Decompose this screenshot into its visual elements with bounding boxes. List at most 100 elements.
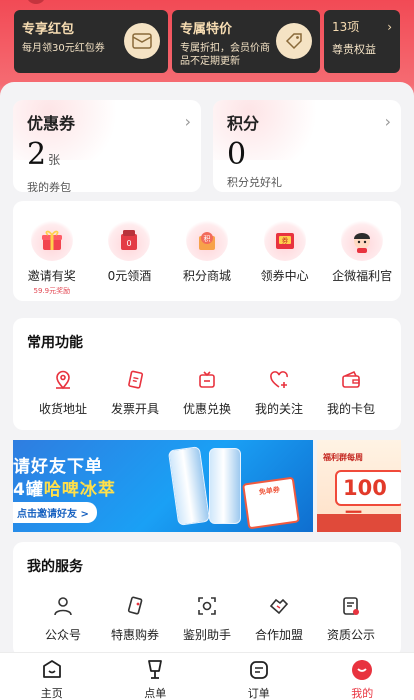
points-gift-icon: 积 [185,219,228,261]
quick-label: 领券中心 [260,269,309,283]
banner-headline: 请好友下单 [13,457,103,477]
side-banner-amount: 100元 [335,470,401,532]
quick-welfare-officer[interactable]: 企微福利官 [326,219,398,301]
quick-free-wine[interactable]: 0 0元领酒 [93,219,165,301]
svg-text:券: 券 [281,236,288,245]
reward-note: 59.9元奖励 [33,287,71,295]
member-benefits-bar: 专享红包 每月领30元红包券 专属特价 专属折扣，会员价商品不定期更新 13项 … [14,10,400,73]
order-icon [247,658,271,682]
service-coupon-purchase[interactable]: 特惠购券 [103,594,167,643]
coupon-count: 2 [27,137,47,172]
side-banner-title: 福利群每周 [323,453,363,462]
common-functions-card: 常用功能 收货地址 发票开具 优惠兑换 我的关注 我的卡包 [13,318,401,430]
tab-profile[interactable]: 我的 [311,653,414,700]
quick-points-mall[interactable]: 积 积分商城 [171,219,243,301]
service-partnership[interactable]: 合作加盟 [247,594,311,643]
section-title: 我的服务 [27,559,83,575]
red-envelope-icon [124,23,160,59]
my-services-card: 我的服务 公众号 特惠购券 鉴别助手 合作加盟 资质公示 [13,542,401,657]
profile-face-icon [350,658,374,682]
func-exchange[interactable]: 优惠兑换 [175,368,239,417]
tab-label: 主页 [40,687,63,700]
benefit-red-envelope[interactable]: 专享红包 每月领30元红包券 [14,10,168,73]
quick-label: 0元领酒 [107,269,152,283]
func-label: 我的卡包 [326,402,375,416]
location-icon [51,368,75,392]
banner-prefix: 4罐 [13,480,44,500]
func-wallet[interactable]: 我的卡包 [319,368,383,417]
home-face-icon [40,658,64,682]
tab-label: 点单 [144,687,167,700]
benefit-special-price[interactable]: 专属特价 专属折扣，会员价商品不定期更新 [172,10,320,73]
func-follow[interactable]: 我的关注 [247,368,311,417]
tab-order-drinks[interactable]: 点单 [104,653,208,700]
svg-text:0: 0 [127,239,132,248]
func-label: 发票开具 [110,402,159,416]
tab-orders[interactable]: 订单 [207,653,311,700]
benefit-desc: 专属折扣，会员价商品不定期更新 [180,43,270,67]
ticket-icon [123,594,147,618]
coupon-title: 优惠券 [27,114,76,133]
service-label: 鉴别助手 [182,628,231,642]
welfare-group-banner[interactable]: 福利群每周 100元 [317,440,401,532]
coupon-card[interactable]: 优惠券 › 2张 我的券包 [13,100,201,192]
side-banner-footer [317,514,401,532]
gift-box-icon [30,219,73,261]
benefit-privileges[interactable]: 13项 › 尊贵权益 [324,10,400,73]
service-label: 资质公示 [326,628,375,642]
service-label: 特惠购券 [110,628,159,642]
tab-label: 我的 [351,687,374,700]
certificate-icon [339,594,363,618]
beer-can-image [209,448,241,524]
points-subtitle: 积分兑好礼 [227,176,282,189]
chevron-right-icon: › [387,19,392,34]
main-panel: 优惠券 › 2张 我的券包 积分 › 0 积分兑好礼 邀请有奖 59.9元奖励 … [0,82,414,657]
promo-banner-carousel[interactable]: 请好友下单 4罐哈啤冰萃 点击邀请好友 > 免单券 福利群每周 100元 [13,440,401,532]
quick-entry-card: 邀请有奖 59.9元奖励 0 0元领酒 积 积分商城 券 领券中心 企微福利官 [13,201,401,301]
price-tag-icon [276,23,312,59]
service-label: 合作加盟 [254,628,303,642]
func-invoice[interactable]: 发票开具 [103,368,167,417]
glass-icon [143,658,167,682]
exchange-icon [195,368,219,392]
benefit-count: 13项 [332,20,360,34]
invite-friend-button[interactable]: 点击邀请好友 > [13,502,97,523]
tab-label: 订单 [247,687,270,700]
mascot-icon [341,219,384,261]
points-title: 积分 [227,114,260,133]
section-title: 常用功能 [27,335,83,351]
handshake-icon [267,594,291,618]
banner-highlight: 哈啤冰萃 [43,480,116,500]
svg-text:积: 积 [203,234,210,243]
beer-can-image [167,446,211,526]
heart-plus-icon [267,368,291,392]
benefit-desc: 尊贵权益 [332,43,376,56]
coupon-unit: 张 [48,153,61,167]
quick-coupon-center[interactable]: 券 领券中心 [249,219,321,301]
func-label: 收货地址 [38,402,87,416]
benefit-desc: 每月领30元红包券 [22,43,105,54]
service-qualification[interactable]: 资质公示 [319,594,383,643]
service-official-account[interactable]: 公众号 [31,594,95,643]
wallet-icon [339,368,363,392]
tab-home[interactable]: 主页 [0,653,104,700]
invite-banner[interactable]: 请好友下单 4罐哈啤冰萃 点击邀请好友 > 免单券 [13,440,313,532]
coupon-envelope-icon: 券 [263,219,306,261]
quick-label: 企微福利官 [332,269,393,283]
func-address[interactable]: 收货地址 [31,368,95,417]
quick-invite[interactable]: 邀请有奖 59.9元奖励 [16,219,88,301]
free-coupon-image: 免单券 [242,476,300,530]
quick-label: 积分商城 [182,269,231,283]
bottom-tab-bar: 主页 点单 订单 我的 [0,652,414,700]
service-authenticator[interactable]: 鉴别助手 [175,594,239,643]
scan-icon [195,594,219,618]
user-icon [51,594,75,618]
chevron-right-icon: › [184,112,191,131]
quick-label: 邀请有奖 [27,269,76,283]
points-value: 0 [227,137,247,172]
avatar-edge [26,0,46,4]
points-card[interactable]: 积分 › 0 积分兑好礼 [213,100,401,192]
func-label: 我的关注 [254,402,303,416]
func-label: 优惠兑换 [182,402,231,416]
coupon-subtitle: 我的券包 [27,181,71,192]
